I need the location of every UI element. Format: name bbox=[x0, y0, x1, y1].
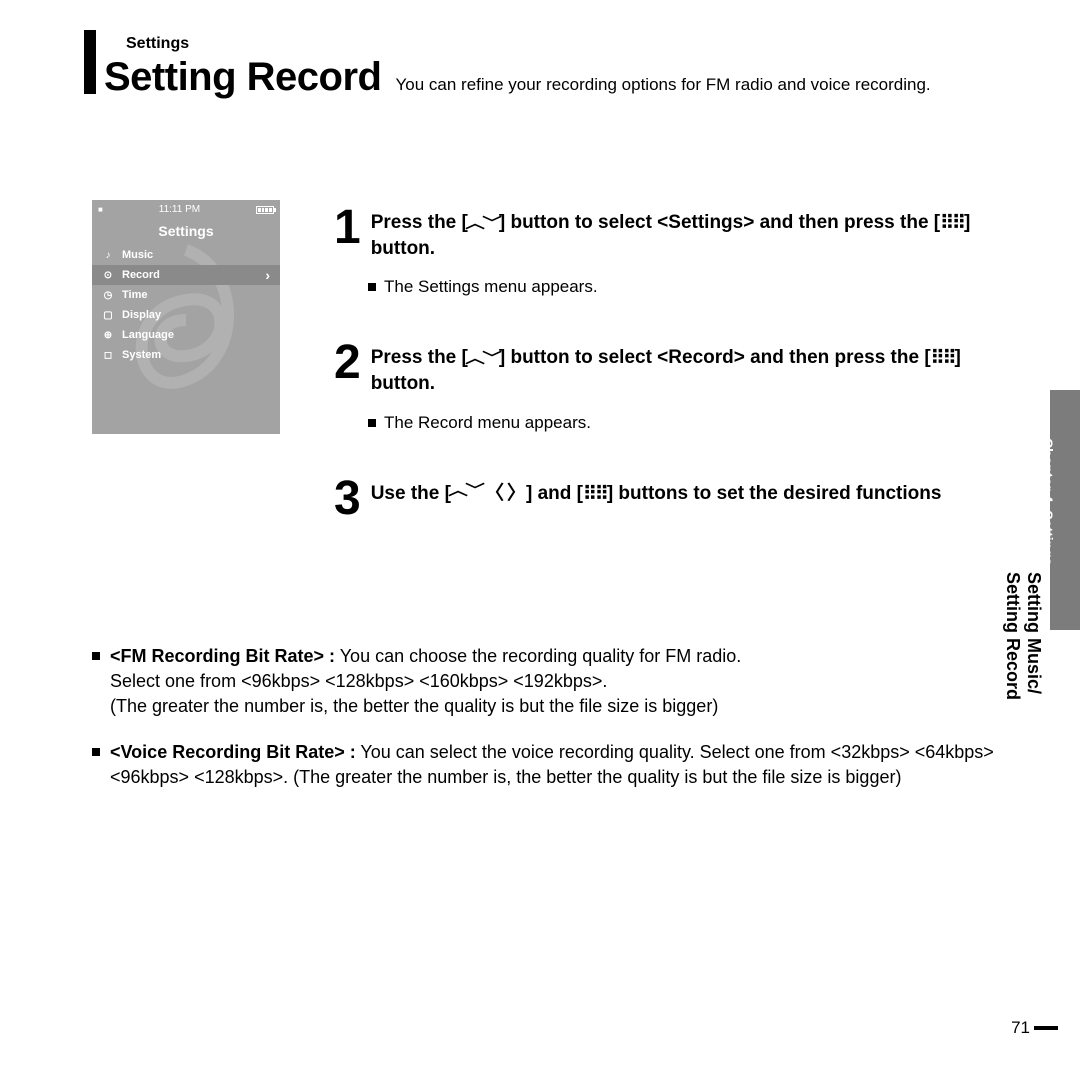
device-item-label: Record bbox=[122, 269, 160, 281]
option-fm-bitrate: <FM Recording Bit Rate> : You can choose… bbox=[92, 644, 1020, 720]
step-1-note: The Settings menu appears. bbox=[368, 277, 1020, 297]
step-2: 2 Press the [︿ ﹀] button to select <Reco… bbox=[334, 345, 1020, 432]
bullet-icon bbox=[368, 419, 376, 427]
page-number: 71 bbox=[1011, 1018, 1030, 1038]
device-item-system: ◻ System bbox=[92, 345, 280, 365]
page-title: Setting Record bbox=[104, 55, 381, 100]
display-icon: ▢ bbox=[102, 310, 114, 321]
step-3-num: 3 bbox=[334, 479, 361, 520]
language-icon: ⊕ bbox=[102, 330, 114, 341]
device-item-label: System bbox=[122, 349, 161, 361]
device-item-label: Display bbox=[122, 309, 161, 321]
grid-icon: ⠿⠿ bbox=[940, 211, 964, 237]
bullet-icon bbox=[368, 283, 376, 291]
device-item-label: Music bbox=[122, 249, 153, 261]
category-label: Settings bbox=[126, 35, 1030, 53]
step-3-text: Use the [︿ ﹀ 〈 〉] and [⠿⠿] buttons to se… bbox=[371, 481, 942, 507]
section-label: Setting Music/ Setting Record bbox=[1003, 572, 1044, 700]
device-item-record: ⊙ Record bbox=[92, 265, 280, 285]
section-line1: Setting Music/ bbox=[1023, 572, 1044, 700]
time-icon: ◷ bbox=[102, 290, 114, 301]
device-item-language: ⊕ Language bbox=[92, 325, 280, 345]
step-1-text: Press the [︿ ﹀] button to select <Settin… bbox=[371, 210, 1020, 261]
bullet-icon bbox=[92, 748, 100, 756]
device-time: 11:11 PM bbox=[159, 204, 200, 215]
header-accent-bar bbox=[84, 30, 96, 94]
step-1: 1 Press the [︿ ﹀] button to select <Sett… bbox=[334, 210, 1020, 297]
device-item-music: ♪ Music bbox=[92, 245, 280, 265]
chapter-tab-label: Chapter 4. Settings bbox=[1040, 434, 1056, 464]
options-list: <FM Recording Bit Rate> : You can choose… bbox=[92, 644, 1020, 810]
grid-icon: ⠿⠿ bbox=[583, 482, 607, 508]
device-screenshot: ■ 11:11 PM Settings ♪ Music ⊙ Record ◷ Time… bbox=[92, 200, 280, 434]
device-item-label: Language bbox=[122, 329, 174, 341]
steps-area: 1 Press the [︿ ﹀] button to select <Sett… bbox=[334, 210, 1020, 567]
updown-icon: ︿ ﹀ bbox=[468, 214, 499, 233]
device-item-label: Time bbox=[122, 289, 147, 301]
footer-accent bbox=[1034, 1028, 1058, 1030]
grid-icon: ⠿⠿ bbox=[931, 346, 955, 372]
option-voice-bitrate: <Voice Recording Bit Rate> : You can sel… bbox=[92, 740, 1020, 790]
updown-icon: ︿ ﹀ bbox=[468, 349, 499, 368]
page-header: Settings Setting Record You can refine y… bbox=[104, 35, 1030, 103]
device-item-time: ◷ Time bbox=[92, 285, 280, 305]
music-icon: ♪ bbox=[102, 250, 114, 261]
step-2-text: Press the [︿ ﹀] button to select <Record… bbox=[371, 345, 1020, 396]
nav-icon: ︿ ﹀ 〈 〉 bbox=[451, 481, 526, 507]
chapter-tab: Chapter 4. Settings bbox=[1050, 390, 1080, 630]
bullet-icon bbox=[92, 652, 100, 660]
record-icon: ⊙ bbox=[102, 270, 114, 281]
device-item-display: ▢ Display bbox=[92, 305, 280, 325]
battery-icon bbox=[256, 206, 274, 214]
intro-text: You can refine your recording options fo… bbox=[395, 75, 1030, 103]
option-label: <Voice Recording Bit Rate> : bbox=[110, 742, 356, 762]
step-3: 3 Use the [︿ ﹀ 〈 〉] and [⠿⠿] buttons to … bbox=[334, 481, 1020, 520]
device-screen-title: Settings bbox=[92, 219, 280, 245]
system-icon: ◻ bbox=[102, 350, 114, 361]
step-2-note: The Record menu appears. bbox=[368, 413, 1020, 433]
option-label: <FM Recording Bit Rate> : bbox=[110, 646, 335, 666]
step-2-num: 2 bbox=[334, 343, 361, 384]
section-line2: Setting Record bbox=[1003, 572, 1024, 700]
device-play-icon: ■ bbox=[98, 205, 103, 214]
step-1-num: 1 bbox=[334, 208, 361, 249]
